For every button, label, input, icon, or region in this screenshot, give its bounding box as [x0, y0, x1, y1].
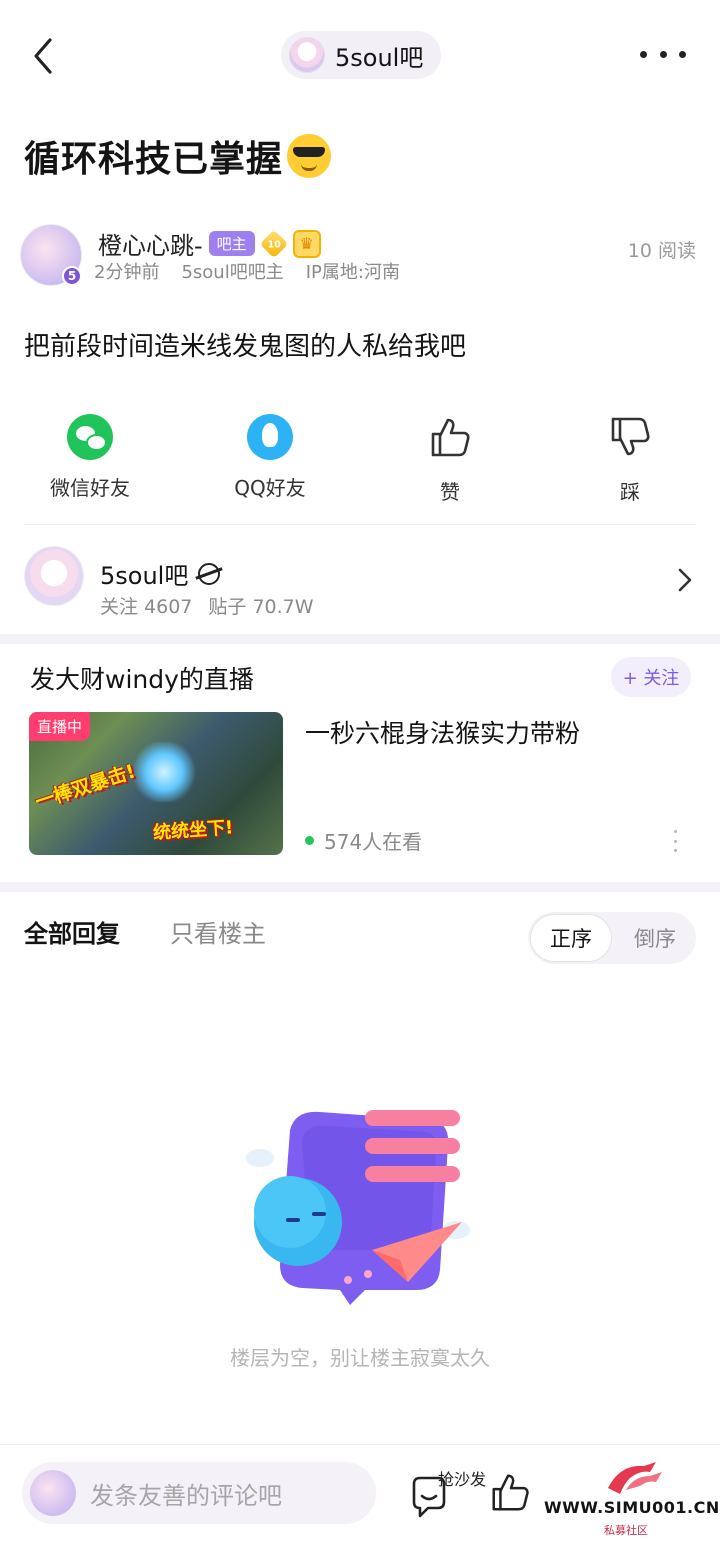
- sort-toggle: 正序 倒序: [528, 912, 696, 964]
- like-button[interactable]: 赞: [380, 414, 520, 505]
- ip-location: IP属地:河南: [305, 262, 400, 283]
- chevron-right-icon[interactable]: [672, 566, 696, 594]
- watermark: WWW.SIMU001.CN 私募社区: [540, 1458, 720, 1538]
- comment-placeholder: 发条友善的评论吧: [90, 1481, 282, 1510]
- author-name-row: 橙心心跳- 吧主 10 ♛: [98, 226, 321, 261]
- empty-replies-text: 楼层为空，别让楼主寂寞太久: [230, 1346, 490, 1370]
- top-bar: 5soul吧: [0, 0, 720, 110]
- live-thumbnail[interactable]: 一棒双暴击! 统统坐下! 直播中: [29, 712, 283, 855]
- section-separator: [0, 882, 720, 892]
- more-dot: [640, 50, 647, 58]
- tab-op-only[interactable]: 只看楼主: [170, 914, 266, 949]
- more-dot: [679, 50, 686, 58]
- forum-pill-label: 5soul吧: [335, 43, 424, 72]
- more-dot: [674, 830, 677, 833]
- empty-replies-illustration: [246, 1110, 470, 1305]
- forum-posts: 贴子 70.7W: [208, 596, 314, 618]
- dislike-button[interactable]: 踩: [560, 414, 700, 505]
- qq-icon: [247, 414, 293, 460]
- thumbnail-caption: 一棒双暴击!: [32, 760, 138, 814]
- grab-sofa-button[interactable]: 抢沙发: [408, 1468, 498, 1518]
- share-qq-label: QQ好友: [234, 476, 306, 500]
- share-wechat-button[interactable]: 微信好友: [20, 414, 160, 501]
- planet-icon: [198, 562, 221, 585]
- post-body: 把前段时间造米线发鬼图的人私给我吧: [24, 332, 467, 362]
- comment-input[interactable]: 发条友善的评论吧: [22, 1462, 376, 1524]
- live-more-button[interactable]: [674, 830, 680, 852]
- online-dot-icon: [305, 836, 314, 845]
- sort-descending-button[interactable]: 倒序: [616, 914, 694, 962]
- more-dot: [674, 839, 677, 843]
- user-avatar: [30, 1470, 76, 1516]
- post-title: 循环科技已掌握: [24, 130, 332, 182]
- share-wechat-label: 微信好友: [50, 476, 130, 500]
- live-streamer-title[interactable]: 发大财windy的直播: [30, 660, 254, 696]
- thumbs-up-icon: [431, 418, 470, 457]
- author-meta: 2分钟前 5soul吧吧主 IP属地:河南: [94, 258, 400, 284]
- section-separator: [0, 634, 720, 644]
- live-description[interactable]: 一秒六棍身法猴实力带粉: [305, 714, 580, 750]
- watermark-url: WWW.SIMU001.CN: [544, 1498, 720, 1517]
- read-count: 10 阅读: [627, 240, 696, 262]
- live-viewers: 574人在看: [305, 826, 422, 855]
- role-tag: 吧主: [208, 231, 255, 256]
- sort-ascending-button[interactable]: 正序: [530, 914, 612, 962]
- more-dot: [674, 849, 677, 852]
- dislike-label: 踩: [620, 480, 640, 504]
- author-name[interactable]: 橙心心跳-: [98, 226, 203, 261]
- post-title-text: 循环科技已掌握: [24, 139, 284, 180]
- forum-stats: 关注 4607 贴子 70.7W: [100, 592, 314, 619]
- thumbnail-glow: [129, 742, 199, 802]
- forum-name: 5soul吧: [100, 562, 189, 590]
- grab-sofa-label: 抢沙发: [438, 1470, 487, 1489]
- forum-avatar: [24, 546, 84, 606]
- more-options-button[interactable]: [640, 44, 686, 64]
- follow-button[interactable]: + 关注: [611, 657, 691, 697]
- forum-name-row: 5soul吧: [100, 556, 221, 591]
- watermark-logo-icon: [608, 1462, 662, 1494]
- author-avatar-badge: 5: [62, 266, 82, 286]
- thumbnail-caption: 统统坐下!: [152, 817, 234, 844]
- like-label: 赞: [440, 480, 460, 504]
- share-qq-button[interactable]: QQ好友: [200, 414, 340, 501]
- thumbs-up-icon[interactable]: [488, 1470, 532, 1514]
- more-dot: [659, 50, 667, 58]
- live-tag: 直播中: [29, 712, 91, 741]
- sunglasses-emoji-icon: [287, 134, 332, 178]
- forum-followers: 关注 4607: [100, 596, 193, 618]
- level-number: 10: [267, 238, 281, 249]
- thumbs-down-icon: [611, 417, 650, 456]
- author-title: 5soul吧吧主: [181, 262, 284, 283]
- chevron-left-icon: [34, 38, 52, 74]
- watermark-subtitle: 私募社区: [604, 1524, 648, 1537]
- back-button[interactable]: [26, 34, 66, 78]
- level-badge-icon: 10: [259, 229, 289, 258]
- tab-all-replies[interactable]: 全部回复: [24, 914, 120, 949]
- divider: [24, 524, 696, 525]
- post-time: 2分钟前: [94, 262, 160, 283]
- wechat-icon: [67, 414, 113, 460]
- forum-pill[interactable]: 5soul吧: [281, 31, 442, 79]
- vip-badge-icon: ♛: [292, 229, 321, 258]
- viewer-count: 574人在看: [324, 830, 423, 854]
- forum-avatar-small: [289, 37, 325, 73]
